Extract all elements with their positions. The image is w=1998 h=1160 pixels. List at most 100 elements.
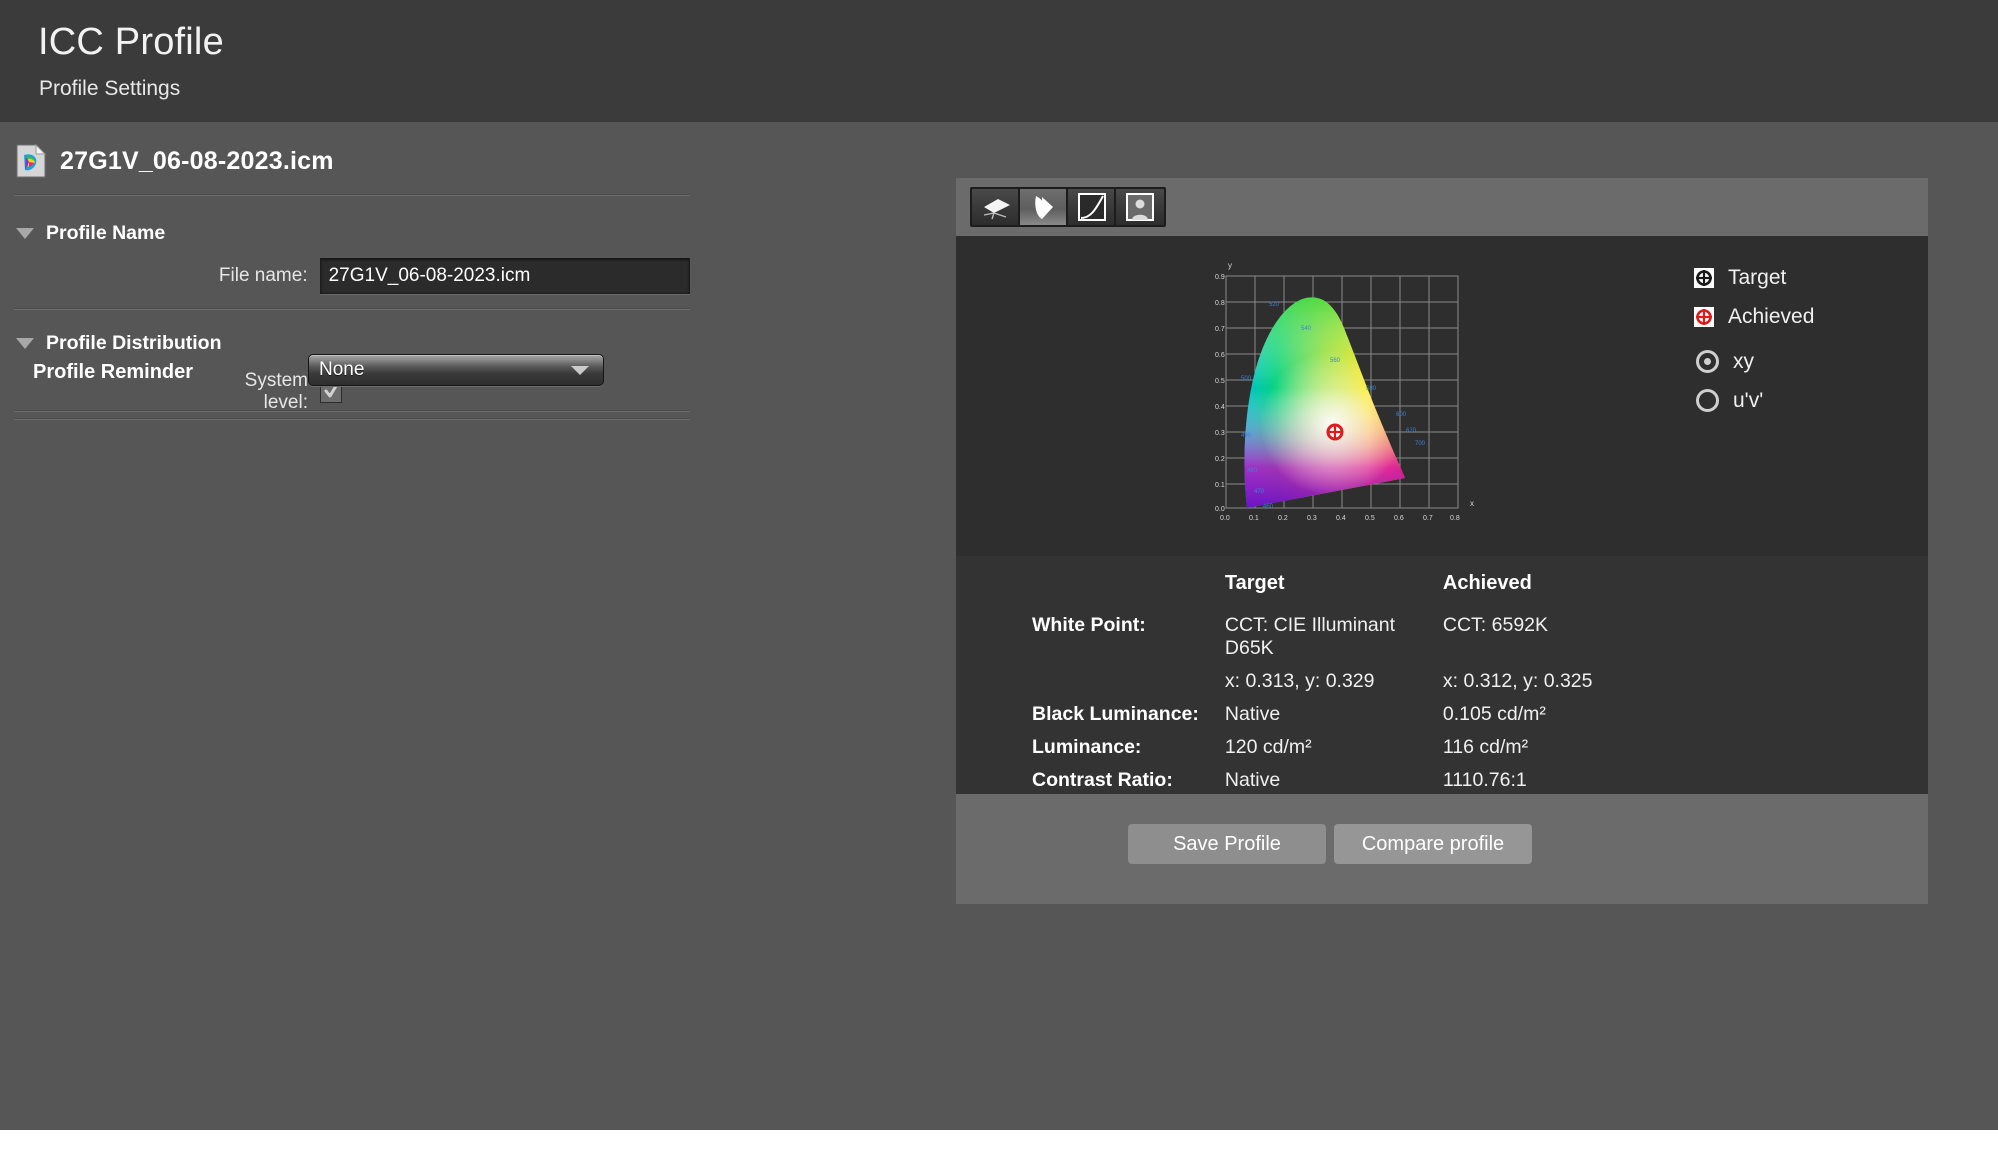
left-settings-panel: 27G1V_06-08-2023.icm Profile Name File n… — [0, 122, 900, 1130]
measurement-results-panel: 0.9 0.8 0.7 0.6 0.5 0.4 0.3 0.2 0.1 0.0 … — [956, 178, 1928, 806]
profile-reminder-label: Profile Reminder — [33, 361, 193, 384]
compare-profile-button[interactable]: Compare profile — [1334, 824, 1532, 864]
svg-text:0.7: 0.7 — [1423, 515, 1433, 522]
col-target-header: Target — [1225, 566, 1443, 609]
row-label-luminance: Luminance: — [1032, 731, 1225, 764]
row-label-white-point: White Point: — [1032, 609, 1225, 665]
radio-uv-label: u'v' — [1733, 389, 1763, 413]
svg-text:460: 460 — [1263, 504, 1274, 510]
section-profile-distribution-label: Profile Distribution — [46, 332, 222, 355]
cell-achieved-contrast-ratio: 1110.76:1 — [1443, 764, 1693, 797]
view-mode-button-group — [970, 187, 1166, 227]
svg-text:0.2: 0.2 — [1215, 456, 1225, 463]
svg-text:500: 500 — [1241, 376, 1252, 382]
file-name-label: File name: — [216, 265, 308, 287]
radio-uv[interactable]: u'v' — [1694, 381, 1904, 420]
section-profile-name-label: Profile Name — [46, 222, 165, 245]
row-label-black-luminance: Black Luminance: — [1032, 698, 1225, 731]
svg-text:490: 490 — [1241, 433, 1252, 439]
svg-text:0.4: 0.4 — [1215, 404, 1225, 411]
radio-xy-button[interactable] — [1696, 350, 1719, 373]
section-profile-distribution[interactable]: Profile Distribution — [16, 332, 222, 355]
radio-uv-button[interactable] — [1696, 389, 1719, 412]
table-row: Contrast Ratio: Native 1110.76:1 — [1032, 764, 1693, 797]
svg-text:540: 540 — [1301, 326, 1312, 332]
page-title: ICC Profile — [38, 21, 224, 64]
svg-text:0.5: 0.5 — [1215, 378, 1225, 385]
action-button-bar: Save Profile Compare profile — [956, 794, 1928, 904]
window-footer — [0, 1130, 1998, 1160]
svg-text:700: 700 — [1415, 441, 1426, 447]
svg-text:x: x — [1470, 499, 1474, 508]
chromaticity-chart: 0.9 0.8 0.7 0.6 0.5 0.4 0.3 0.2 0.1 0.0 … — [956, 236, 1928, 556]
svg-text:0.6: 0.6 — [1215, 352, 1225, 359]
radio-xy-label: xy — [1733, 350, 1754, 374]
svg-text:0.9: 0.9 — [1215, 274, 1225, 281]
cell-target-black-luminance: Native — [1225, 698, 1443, 731]
section-profile-name[interactable]: Profile Name — [16, 222, 165, 245]
legend-target-label: Target — [1728, 266, 1786, 290]
svg-text:0.2: 0.2 — [1278, 515, 1288, 522]
cell-achieved-luminance: 116 cd/m² — [1443, 731, 1693, 764]
profile-reminder-value: None — [309, 359, 571, 381]
cell-target-contrast-ratio: Native — [1225, 764, 1443, 797]
legend-achieved: Achieved — [1694, 297, 1904, 336]
svg-text:0.1: 0.1 — [1215, 482, 1225, 489]
divider-4 — [14, 410, 690, 412]
row-label-white-point-xy — [1032, 665, 1225, 698]
chevron-down-icon[interactable] — [16, 338, 34, 349]
cie-diagram: 0.9 0.8 0.7 0.6 0.5 0.4 0.3 0.2 0.1 0.0 … — [1184, 240, 1484, 550]
row-label-contrast-ratio: Contrast Ratio: — [1032, 764, 1225, 797]
achieved-marker-icon — [1694, 307, 1714, 327]
svg-text:0.3: 0.3 — [1307, 515, 1317, 522]
svg-text:0.0: 0.0 — [1220, 515, 1230, 522]
results-table-container: Target Achieved White Point: CCT: CIE Il… — [956, 556, 1928, 794]
table-row: White Point: CCT: CIE Illuminant D65K CC… — [1032, 609, 1693, 665]
svg-text:480: 480 — [1247, 468, 1258, 474]
svg-text:0.7: 0.7 — [1215, 326, 1225, 333]
svg-text:560: 560 — [1330, 358, 1341, 364]
svg-text:0.6: 0.6 — [1394, 515, 1404, 522]
achieved-white-point-marker — [1327, 424, 1343, 440]
results-table: Target Achieved White Point: CCT: CIE Il… — [1032, 566, 1693, 797]
cell-achieved-black-luminance: 0.105 cd/m² — [1443, 698, 1693, 731]
cell-achieved-white-point-xy: x: 0.312, y: 0.325 — [1443, 665, 1693, 698]
table-row: Luminance: 120 cd/m² 116 cd/m² — [1032, 731, 1693, 764]
col-blank — [1032, 566, 1225, 609]
cell-target-white-point: CCT: CIE Illuminant D65K — [1225, 609, 1443, 665]
icc-profile-window: ICC Profile Profile Settings 27G1V_06-08… — [0, 0, 1998, 1160]
view-toolbar — [956, 178, 1928, 236]
col-achieved-header: Achieved — [1443, 566, 1693, 609]
svg-text:0.3: 0.3 — [1215, 430, 1225, 437]
svg-text:0.5: 0.5 — [1365, 515, 1375, 522]
image-preview-icon[interactable] — [1116, 189, 1164, 225]
cell-target-luminance: 120 cd/m² — [1225, 731, 1443, 764]
page-subtitle: Profile Settings — [39, 77, 180, 101]
chevron-down-icon[interactable] — [571, 366, 589, 375]
gamut-3d-icon[interactable] — [972, 189, 1020, 225]
svg-text:0.8: 0.8 — [1215, 300, 1225, 307]
tone-curve-icon[interactable] — [1068, 189, 1116, 225]
gamut-2d-icon[interactable] — [1020, 189, 1068, 225]
window-header: ICC Profile Profile Settings — [0, 0, 1998, 122]
chart-legend: Target Achieved xy — [1694, 258, 1904, 420]
cell-target-white-point-xy: x: 0.313, y: 0.329 — [1225, 665, 1443, 698]
save-profile-button[interactable]: Save Profile — [1128, 824, 1326, 864]
table-row: Black Luminance: Native 0.105 cd/m² — [1032, 698, 1693, 731]
profile-reminder-select[interactable]: None — [308, 354, 604, 386]
svg-text:0.1: 0.1 — [1249, 515, 1259, 522]
system-level-label: System level: — [196, 370, 308, 414]
table-row: x: 0.313, y: 0.329 x: 0.312, y: 0.325 — [1032, 665, 1693, 698]
svg-text:620: 620 — [1406, 428, 1417, 434]
svg-text:0.0: 0.0 — [1215, 506, 1225, 513]
svg-text:600: 600 — [1396, 412, 1407, 418]
file-name-input[interactable] — [320, 258, 690, 294]
profile-file-title: 27G1V_06-08-2023.icm — [60, 147, 334, 176]
svg-text:0.8: 0.8 — [1450, 515, 1460, 522]
chevron-down-icon[interactable] — [16, 228, 34, 239]
svg-text:y: y — [1228, 261, 1232, 270]
radio-xy[interactable]: xy — [1694, 342, 1904, 381]
svg-text:520: 520 — [1269, 302, 1280, 308]
legend-achieved-label: Achieved — [1728, 305, 1814, 329]
divider-3 — [14, 418, 690, 420]
